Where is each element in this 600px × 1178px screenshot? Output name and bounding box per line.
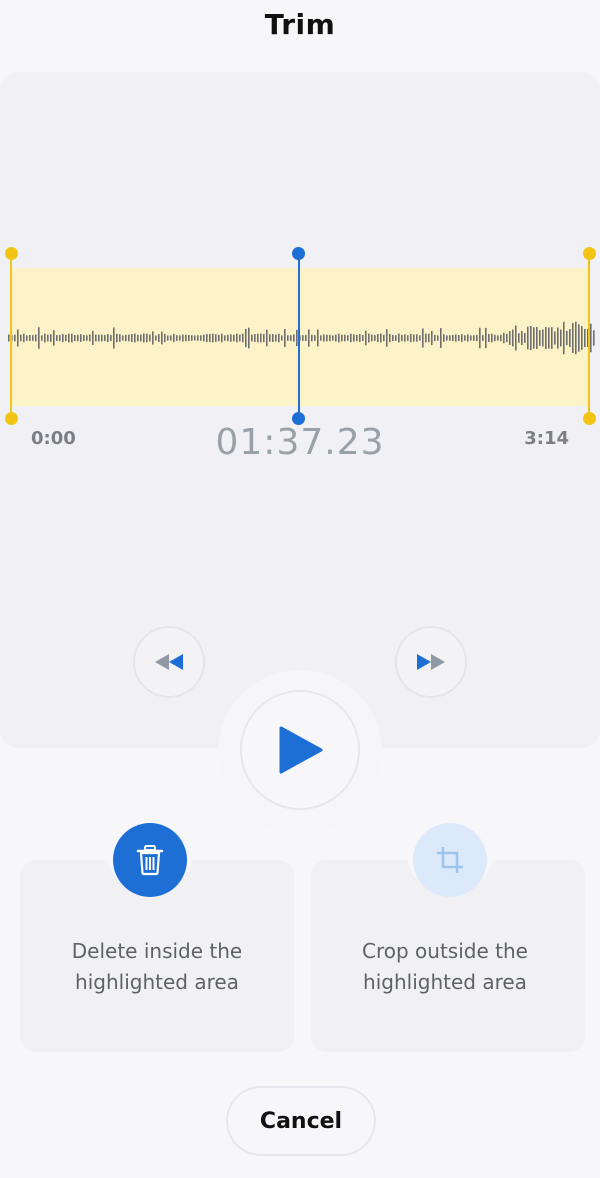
- trim-handle-start[interactable]: [10, 254, 12, 419]
- delete-label-line2: highlighted area: [75, 970, 239, 994]
- crop-button[interactable]: [413, 823, 487, 897]
- crop-outside-label: Crop outside the highlighted area: [308, 936, 582, 998]
- crop-icon: [437, 847, 463, 873]
- crop-label-line1: Crop outside the: [362, 939, 528, 963]
- waveform: [8, 321, 595, 355]
- trash-icon: [136, 845, 164, 876]
- playhead-top-knob[interactable]: [292, 247, 305, 260]
- delete-button[interactable]: [113, 823, 187, 897]
- rewind-button[interactable]: [133, 626, 205, 698]
- delete-label-line1: Delete inside the: [71, 939, 243, 963]
- trim-handle-start-top[interactable]: [5, 247, 18, 260]
- trim-handle-end[interactable]: [588, 254, 590, 419]
- delete-inside-label: Delete inside the highlighted area: [20, 936, 294, 998]
- waveform-panel: [0, 72, 600, 748]
- play-icon: [279, 726, 323, 774]
- current-time: 01:37.23: [215, 422, 385, 463]
- page-title: Trim: [264, 8, 336, 41]
- crop-label-line2: highlighted area: [363, 970, 527, 994]
- cancel-button[interactable]: Cancel: [226, 1086, 376, 1156]
- fast-forward-icon: [417, 654, 445, 670]
- trim-handle-end-top[interactable]: [583, 247, 596, 260]
- playhead[interactable]: [298, 254, 300, 419]
- play-button[interactable]: [240, 690, 360, 810]
- fast-forward-button[interactable]: [395, 626, 467, 698]
- rewind-icon: [155, 654, 183, 670]
